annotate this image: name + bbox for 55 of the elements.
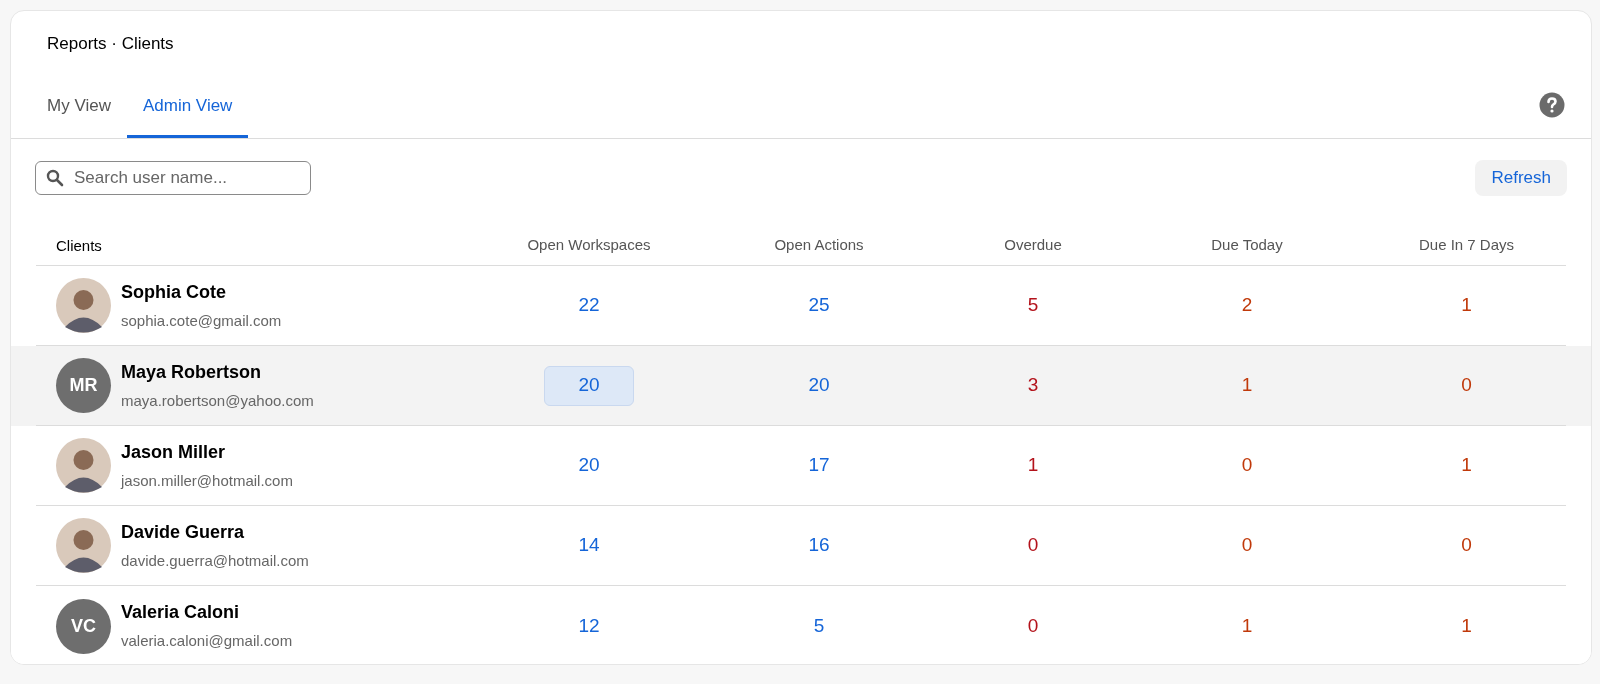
avatar-silhouette (56, 278, 111, 333)
count-cell[interactable]: 5 (988, 285, 1078, 326)
view-tab[interactable]: My View (31, 90, 127, 138)
client-email: jason.miller@hotmail.com (121, 470, 293, 491)
count-cell[interactable]: 20 (774, 365, 864, 406)
search-field[interactable]: Search user name... (35, 161, 311, 195)
count-cell[interactable]: 16 (774, 525, 864, 566)
count-cell[interactable]: 1 (1421, 606, 1512, 646)
avatar-initials: MR (56, 358, 111, 413)
column-header: Due In 7 Days (1418, 235, 1514, 256)
count-cell[interactable]: 22 (544, 285, 634, 326)
view-tab[interactable]: Admin View (126, 90, 249, 138)
avatar-silhouette (56, 518, 111, 573)
count-cell[interactable]: 1 (1421, 445, 1512, 486)
count-cell[interactable]: 2 (1202, 285, 1292, 326)
avatar-silhouette (56, 438, 111, 493)
client-email: davide.guerra@hotmail.com (121, 550, 309, 571)
refresh-button[interactable]: Refresh (1475, 160, 1567, 196)
column-header: Overdue (1004, 235, 1062, 256)
count-cell[interactable]: 0 (988, 606, 1078, 646)
count-cell[interactable]: 0 (1421, 365, 1512, 406)
count-cell[interactable]: 14 (544, 525, 634, 566)
search-input[interactable]: Search user name... (74, 165, 300, 191)
client-name: Valeria Caloni (121, 601, 241, 625)
count-cell[interactable]: 25 (774, 285, 864, 326)
client-email: maya.robertson@yahoo.com (121, 390, 314, 411)
client-name: Jason Miller (121, 440, 227, 464)
count-cell[interactable]: 0 (1421, 525, 1512, 566)
client-email: sophia.cote@gmail.com (121, 310, 282, 331)
count-cell[interactable]: 1 (1202, 606, 1292, 646)
count-cell[interactable]: 1 (1202, 365, 1292, 406)
count-cell[interactable]: 0 (988, 525, 1078, 566)
client-row[interactable]: MR Maya Robertson maya.robertson@yahoo.com 20 20 3 1 0 (11, 346, 1591, 426)
column-header: Clients (56, 236, 102, 254)
client-name: Sophia Cote (121, 280, 227, 304)
breadcrumb: Reports · Clients (47, 34, 174, 53)
column-header: Open Actions (774, 235, 864, 256)
count-cell[interactable]: 0 (1202, 525, 1292, 566)
column-header: Due Today (1211, 235, 1283, 256)
count-cell[interactable]: 3 (988, 365, 1078, 406)
client-email: valeria.caloni@gmail.com (121, 631, 293, 652)
count-cell[interactable]: 12 (544, 606, 634, 646)
client-name: Maya Robertson (121, 360, 263, 384)
search-icon (46, 169, 64, 187)
count-cell[interactable]: 20 (544, 445, 634, 486)
column-header: Open Workspaces (527, 235, 651, 256)
avatar-initials: VC (56, 598, 111, 654)
count-cell[interactable]: 0 (1202, 445, 1292, 486)
count-cell[interactable]: 5 (774, 606, 864, 646)
count-cell[interactable]: 20 (544, 365, 634, 406)
count-cell[interactable]: 1 (988, 445, 1078, 486)
count-cell[interactable]: 1 (1421, 285, 1512, 326)
count-cell[interactable]: 17 (774, 445, 864, 486)
client-name: Davide Guerra (121, 520, 246, 544)
help-icon[interactable] (1539, 92, 1565, 118)
